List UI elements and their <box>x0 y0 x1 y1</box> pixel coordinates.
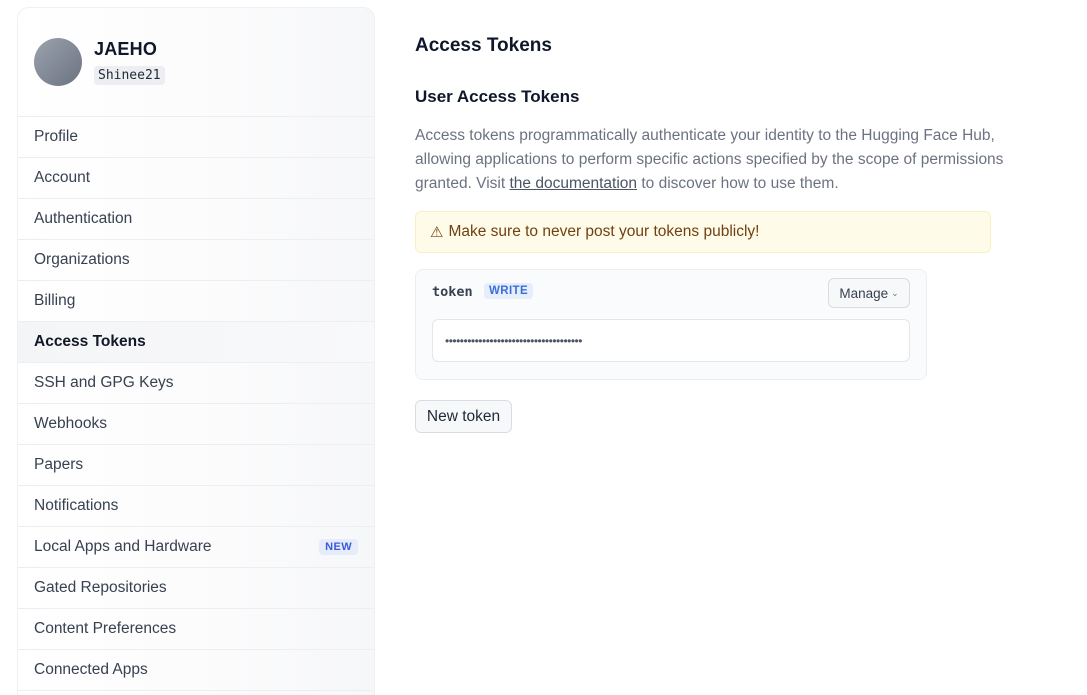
description: Access tokens programmatically authentic… <box>415 124 1005 196</box>
sidebar-item-label: Account <box>34 169 91 186</box>
sidebar-item-label: Webhooks <box>34 415 107 432</box>
page-title: Access Tokens <box>415 35 552 56</box>
settings-page: JAEHO Shinee21 Profile Account Authentic… <box>0 0 1087 695</box>
sidebar-item-profile[interactable]: Profile <box>18 117 374 158</box>
sidebar-item-content-preferences[interactable]: Content Preferences <box>18 609 374 650</box>
sidebar-item-access-tokens[interactable]: Access Tokens <box>18 322 374 363</box>
sidebar-item-label: Notifications <box>34 497 119 514</box>
section-title: User Access Tokens <box>415 87 580 106</box>
user-handle: Shinee21 <box>94 66 165 85</box>
sidebar-item-label: Content Preferences <box>34 620 177 637</box>
user-name: JAEHO <box>94 39 158 59</box>
sidebar-item-webhooks[interactable]: Webhooks <box>18 404 374 445</box>
documentation-link[interactable]: the documentation <box>510 175 638 192</box>
token-masked-value: ••••••••••••••••••••••••••••••••••••• <box>445 333 582 348</box>
sidebar-item-label: Connected Apps <box>34 661 148 678</box>
token-role-badge: WRITE <box>484 283 534 299</box>
sidebar-item-papers[interactable]: Papers <box>18 445 374 486</box>
sidebar-item-label: Organizations <box>34 251 130 268</box>
sidebar-item-label: SSH and GPG Keys <box>34 374 174 391</box>
new-token-button[interactable]: New token <box>415 400 512 433</box>
token-value-field[interactable]: ••••••••••••••••••••••••••••••••••••• <box>432 319 910 362</box>
user-block: JAEHO Shinee21 <box>18 8 374 117</box>
sidebar-item-authentication[interactable]: Authentication <box>18 199 374 240</box>
description-text-end: to discover how to use them. <box>637 175 839 192</box>
sidebar-item-connected-apps[interactable]: Connected Apps <box>18 650 374 691</box>
sidebar-item-label: Local Apps and Hardware <box>34 538 212 555</box>
warning-icon: ⚠ <box>430 224 444 241</box>
settings-nav: Profile Account Authentication Organizat… <box>18 117 374 691</box>
sidebar-item-gated-repositories[interactable]: Gated Repositories <box>18 568 374 609</box>
user-text: JAEHO Shinee21 <box>94 39 165 85</box>
sidebar-item-billing[interactable]: Billing <box>18 281 374 322</box>
manage-label: Manage <box>839 285 889 301</box>
token-name: token <box>432 284 473 300</box>
warning-text: Make sure to never post your tokens publ… <box>448 223 760 240</box>
sidebar-item-local-apps-hardware[interactable]: Local Apps and Hardware NEW <box>18 527 374 568</box>
token-card: token WRITE Manage ⌄ •••••••••••••••••••… <box>415 269 927 380</box>
manage-button[interactable]: Manage ⌄ <box>828 278 910 308</box>
settings-sidebar: JAEHO Shinee21 Profile Account Authentic… <box>17 7 375 695</box>
sidebar-item-label: Billing <box>34 292 76 309</box>
sidebar-item-label: Gated Repositories <box>34 579 167 596</box>
sidebar-item-label: Access Tokens <box>34 333 146 350</box>
chevron-down-icon: ⌄ <box>891 287 899 298</box>
warning-alert: ⚠ Make sure to never post your tokens pu… <box>415 211 991 253</box>
new-badge: NEW <box>319 539 358 555</box>
avatar[interactable] <box>34 38 82 86</box>
sidebar-item-account[interactable]: Account <box>18 158 374 199</box>
sidebar-item-ssh-gpg-keys[interactable]: SSH and GPG Keys <box>18 363 374 404</box>
sidebar-item-label: Profile <box>34 128 78 145</box>
sidebar-item-organizations[interactable]: Organizations <box>18 240 374 281</box>
sidebar-item-notifications[interactable]: Notifications <box>18 486 374 527</box>
sidebar-item-label: Papers <box>34 456 84 473</box>
sidebar-item-label: Authentication <box>34 210 133 227</box>
